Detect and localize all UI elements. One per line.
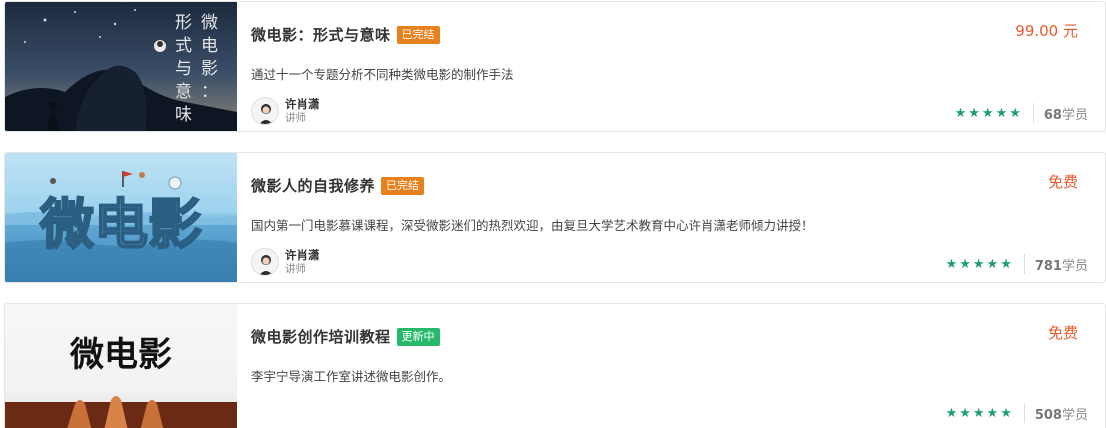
- student-count-unit: 学员: [1061, 407, 1088, 423]
- thumb-char: 式: [175, 36, 192, 56]
- thumb-char: 意: [175, 82, 192, 102]
- star-icon: ★: [1000, 405, 1012, 421]
- star-icon: ★: [954, 105, 967, 121]
- status-badge: 更新中: [396, 327, 440, 346]
- course-card[interactable]: 微 电 影 ： 形 式 与 意 味 微电影：形式与意味 已完结 通过十一个专题分…: [4, 1, 1106, 132]
- course-description: 通过十一个专题分析不同种类微电影的制作手法: [251, 67, 514, 82]
- course-stats: ★ ★ ★ ★ ★ 68学员: [955, 103, 1088, 123]
- status-badge: 已完结: [381, 176, 425, 195]
- star-icon: ★: [1009, 105, 1021, 121]
- divider: [1023, 403, 1025, 423]
- course-title[interactable]: 微电影：形式与意味: [251, 24, 391, 45]
- thumb-char: 形: [175, 13, 192, 33]
- star-icon: ★: [986, 256, 999, 272]
- star-icon: ★: [1000, 256, 1012, 272]
- course-price: 99.00 元: [1015, 22, 1078, 40]
- course-stats: ★ ★ ★ ★ ★ 508学员: [946, 403, 1088, 423]
- student-count-number: 781: [1034, 258, 1062, 274]
- student-count: 68学员: [1044, 104, 1088, 123]
- course-card[interactable]: 微电影 微影人的自我修养 已完结 国内第一门电影慕课课程，深受微影迷们的热烈欢迎…: [4, 152, 1106, 283]
- course-price: 免费: [1047, 173, 1078, 191]
- teacher-avatar-icon[interactable]: [251, 248, 279, 276]
- star-icon: ★: [968, 105, 980, 121]
- rating-stars: ★ ★ ★ ★ ★: [955, 107, 1021, 120]
- rating-stars: ★ ★ ★ ★ ★: [946, 258, 1012, 271]
- course-title[interactable]: 微电影创作培训教程: [251, 326, 391, 347]
- thumb-char: 微: [201, 13, 218, 33]
- course-card[interactable]: 微电影 微电影创作培训教程 更新中 李宇宁导演工作室讲述微电影创作。 免费 ★ …: [4, 303, 1106, 428]
- course-description: 国内第一门电影慕课课程，深受微影迷们的热烈欢迎，由复旦大学艺术教育中心许肖潇老师…: [251, 218, 814, 233]
- star-icon: ★: [972, 256, 985, 272]
- student-count-number: 508: [1034, 407, 1062, 423]
- student-count-number: 68: [1043, 107, 1062, 123]
- star-icon: ★: [945, 256, 958, 272]
- student-count: 508学员: [1035, 404, 1088, 423]
- teacher-name[interactable]: 许肖潇: [285, 248, 320, 262]
- thumb-char: ：: [201, 82, 218, 102]
- star-icon: ★: [981, 105, 994, 121]
- divider: [1023, 254, 1025, 274]
- teacher-info[interactable]: 许肖潇 讲师: [251, 248, 320, 276]
- status-badge: 已完结: [396, 25, 440, 44]
- teacher-info[interactable]: 许肖潇 讲师: [251, 97, 320, 125]
- course-stats: ★ ★ ★ ★ ★ 781学员: [946, 254, 1088, 274]
- thumb-char: 影: [201, 59, 218, 79]
- course-thumbnail[interactable]: 微 电 影 ： 形 式 与 意 味: [5, 2, 237, 131]
- thumb-title: 微电影: [69, 335, 172, 375]
- star-icon: ★: [945, 405, 958, 421]
- course-thumbnail[interactable]: 微电影: [5, 153, 237, 282]
- teacher-role: 讲师: [285, 263, 306, 275]
- star-icon: ★: [959, 256, 971, 272]
- student-count: 781学员: [1035, 255, 1088, 274]
- teacher-avatar-icon[interactable]: [251, 97, 279, 125]
- teacher-role: 讲师: [285, 112, 306, 124]
- course-list: 微 电 影 ： 形 式 与 意 味 微电影：形式与意味 已完结 通过十一个专题分…: [0, 0, 1106, 428]
- teacher-name[interactable]: 许肖潇: [285, 97, 320, 111]
- star-icon: ★: [972, 405, 985, 421]
- thumb-char: 与: [175, 59, 192, 79]
- star-icon: ★: [995, 105, 1008, 121]
- star-icon: ★: [959, 405, 971, 421]
- thumb-char: 电: [201, 36, 218, 56]
- student-count-unit: 学员: [1061, 258, 1088, 274]
- divider: [1032, 103, 1034, 123]
- student-count-unit: 学员: [1061, 107, 1088, 123]
- star-icon: ★: [986, 405, 999, 421]
- course-thumbnail[interactable]: 微电影: [5, 304, 237, 428]
- course-price: 免费: [1047, 324, 1078, 342]
- course-title[interactable]: 微影人的自我修养: [251, 175, 375, 196]
- thumb-title: 微电影: [39, 193, 202, 256]
- rating-stars: ★ ★ ★ ★ ★: [946, 407, 1012, 420]
- course-description: 李宇宁导演工作室讲述微电影创作。: [251, 369, 452, 384]
- thumb-char: 味: [175, 105, 192, 125]
